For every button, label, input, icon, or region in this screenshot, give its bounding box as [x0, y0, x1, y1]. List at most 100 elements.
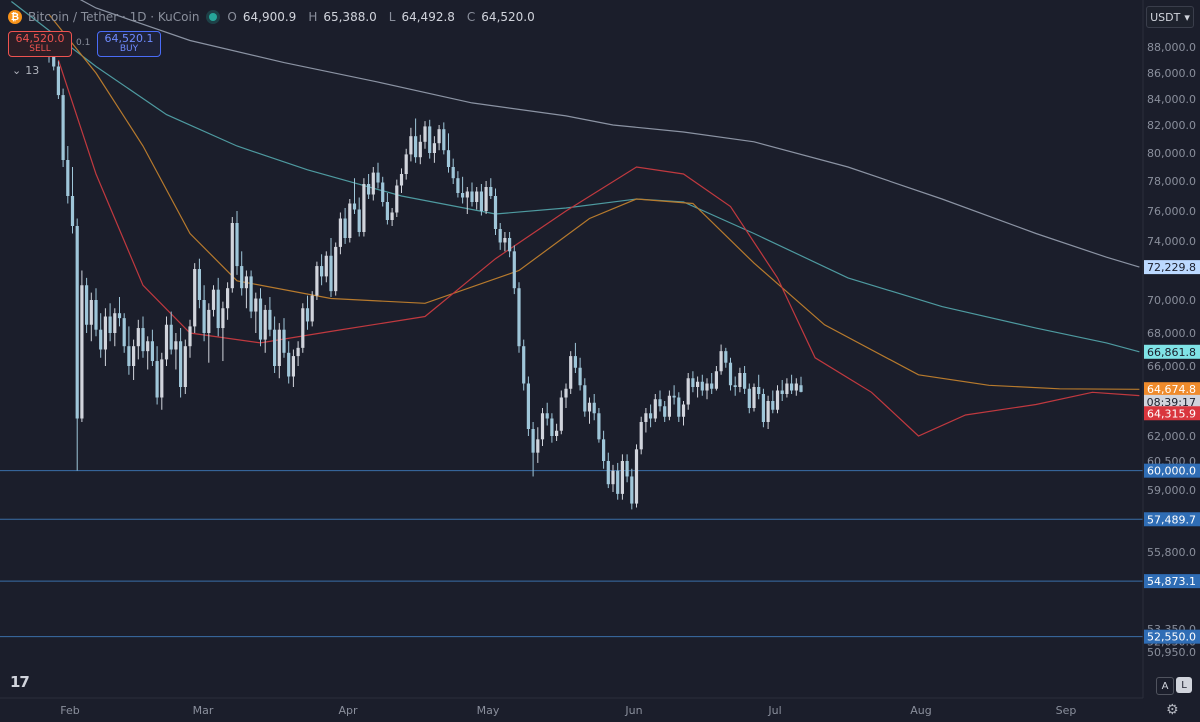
candle-body [743, 373, 747, 389]
candle-body [305, 308, 310, 322]
open-value: 64,900.9 [242, 10, 297, 24]
candle-body [141, 328, 145, 352]
candle-body [616, 470, 620, 494]
candle-body [287, 352, 291, 377]
y-tick-label: 59,000.0 [1147, 484, 1196, 497]
candle-body [771, 401, 775, 410]
candle-body [399, 174, 404, 186]
candle-body [371, 172, 375, 195]
price-chart[interactable]: 88,000.0 86,000.0 84,000.0 82,000.0 80,000.0… [0, 0, 1200, 722]
candle-body [193, 269, 197, 327]
candle-body [329, 255, 333, 292]
candle-body [639, 422, 643, 450]
candle-body [230, 223, 234, 289]
currency-select[interactable]: USDT ▾ [1146, 6, 1194, 28]
candle-body [240, 266, 244, 289]
candle-body [681, 404, 686, 417]
price-badge-label: 64,674.8 [1147, 383, 1196, 396]
symbol-title[interactable]: Bitcoin / Tether · 1D · KuCoin [28, 10, 199, 24]
candle-body [545, 413, 549, 419]
candle-body [85, 285, 89, 325]
chevron-down-icon: ⌄ [12, 64, 22, 77]
candle-body [155, 361, 159, 398]
candle-body [705, 383, 709, 391]
gear-icon[interactable]: ⚙ [1166, 702, 1179, 718]
candle-body [677, 397, 681, 417]
candle-body [99, 329, 103, 350]
candle-body [66, 160, 70, 196]
candle-body [592, 402, 596, 414]
candle-body [719, 351, 723, 372]
candle-body [794, 383, 798, 391]
candle-body [169, 324, 173, 350]
candle-body [334, 246, 338, 292]
y-tick-label: 76,000.0 [1147, 205, 1196, 218]
candle-body [498, 229, 502, 243]
candle-body [738, 373, 742, 387]
candle-body [461, 193, 465, 198]
y-tick-label: 80,000.0 [1147, 147, 1196, 160]
candle-body [517, 288, 521, 347]
candle-body [446, 150, 451, 167]
sell-button[interactable]: 64,520.0 SELL [8, 31, 72, 57]
candle-body [160, 359, 164, 398]
candle-body [179, 341, 183, 387]
candle-body [775, 390, 780, 410]
y-tick-label: 82,000.0 [1147, 119, 1196, 132]
candle-body [724, 351, 728, 363]
candle-body [381, 182, 385, 202]
candle-body [244, 276, 248, 289]
tradingview-logo-icon[interactable]: 17 [10, 673, 30, 691]
candle-body [324, 255, 328, 277]
candle-body [780, 390, 784, 394]
log-scale-button[interactable]: L [1176, 677, 1192, 693]
candle-body [296, 347, 300, 357]
indicators-toggle[interactable]: ⌄ 13 [12, 64, 39, 77]
candle-body [634, 449, 639, 504]
horizontal-line-label: 52,550.0 [1147, 631, 1196, 644]
candle-body [291, 356, 295, 377]
candle-body [512, 251, 516, 289]
candle-body [606, 461, 610, 485]
candle-body [611, 470, 615, 485]
candle-body [146, 341, 150, 352]
candle-body [117, 313, 122, 319]
candle-body [710, 383, 714, 389]
candle-body [733, 385, 737, 387]
candle-body [343, 218, 347, 238]
candle-body [531, 429, 535, 453]
y-tick-label: 66,000.0 [1147, 360, 1196, 373]
candle-body [451, 167, 455, 179]
candle-body [658, 399, 662, 407]
candle-body [277, 329, 281, 366]
sell-price: 64,520.0 [15, 32, 65, 45]
bitcoin-icon: ₿ [8, 10, 22, 24]
candle-body [150, 341, 154, 362]
candle-body [226, 288, 230, 309]
candle-body [564, 388, 568, 398]
candle-body [94, 300, 98, 330]
y-tick-label: 68,000.0 [1147, 327, 1196, 340]
horizontal-line-label: 57,489.7 [1147, 513, 1196, 526]
candle-body [103, 316, 107, 350]
price-badge-label: 64,315.9 [1147, 407, 1196, 420]
horizontal-line-label: 54,873.1 [1147, 575, 1196, 588]
candle-body [164, 324, 169, 360]
candle-body [174, 341, 178, 350]
buy-button[interactable]: 64,520.1 BUY [97, 31, 161, 57]
candle-body [348, 203, 352, 238]
horizontal-line-label: 60,000.0 [1147, 465, 1196, 478]
candle-body [132, 346, 136, 366]
candle-body [418, 141, 422, 158]
candle-body [249, 276, 253, 312]
low-label: L [388, 10, 396, 24]
x-tick-label: Jun [624, 704, 642, 717]
candle-body [587, 402, 592, 412]
buy-label: BUY [119, 44, 139, 54]
candle-body [714, 371, 718, 389]
candle-body [761, 394, 765, 422]
candle-body [70, 196, 75, 226]
candle-body [367, 184, 371, 195]
auto-scale-button[interactable]: A [1156, 677, 1174, 695]
candle-body [747, 388, 751, 408]
